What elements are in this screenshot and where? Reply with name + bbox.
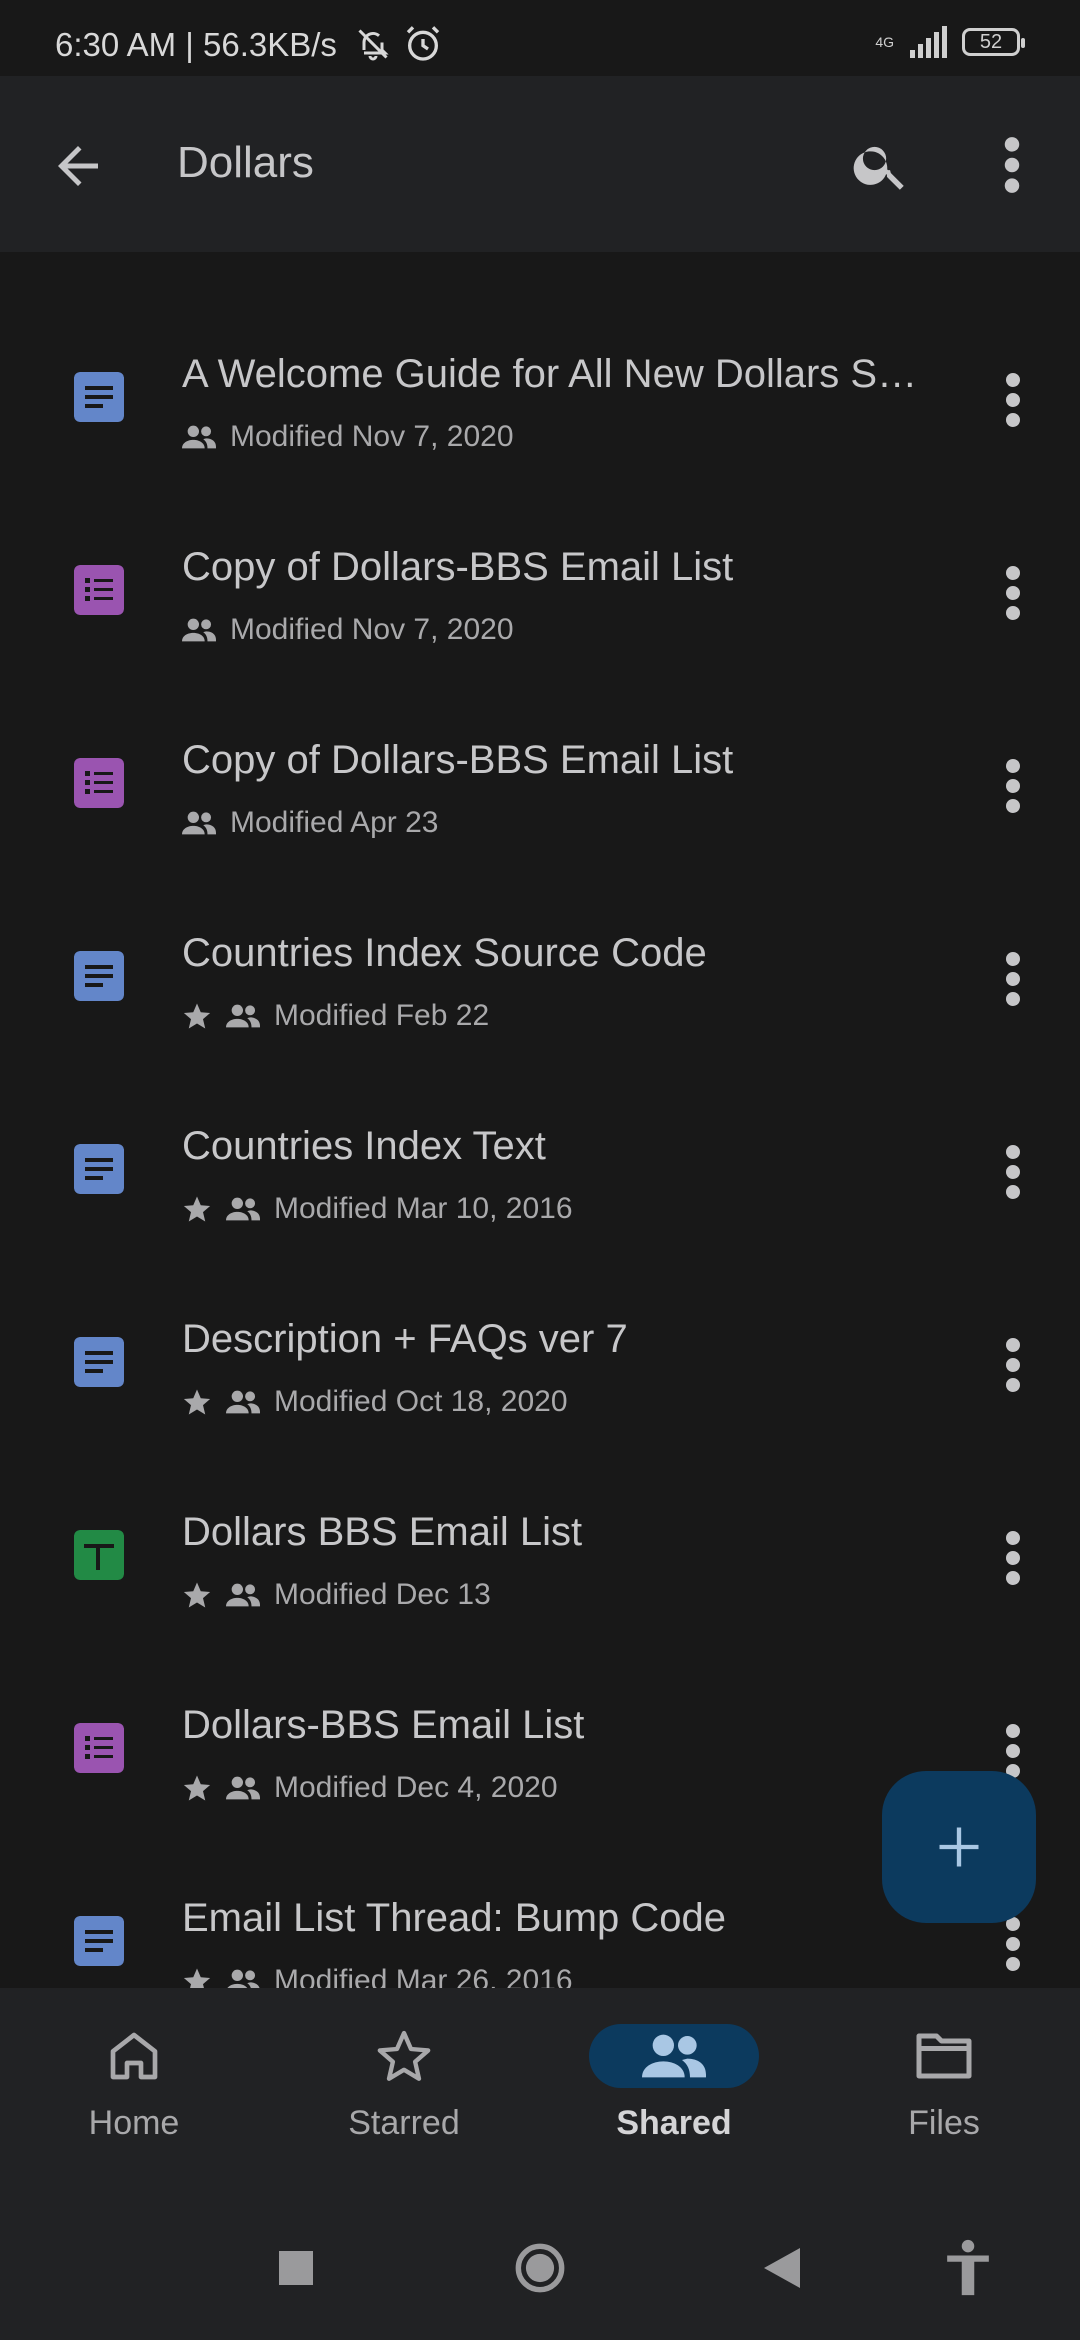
file-name: Copy of Dollars-BBS Email List [182, 738, 734, 782]
file-modified: Modified Apr 23 [230, 806, 439, 839]
file-row[interactable]: A Welcome Guide for All New Dollars So..… [0, 332, 1080, 525]
shared-people-icon [182, 811, 216, 835]
google-doc-icon [74, 372, 124, 422]
alarm-icon [406, 26, 440, 61]
new-file-fab[interactable] [882, 1771, 1036, 1923]
more-vert-icon[interactable] [998, 949, 1028, 1009]
shared-people-icon [226, 1390, 260, 1414]
accessibility-button[interactable] [938, 2238, 998, 2298]
file-modified: Modified Dec 4, 2020 [274, 1771, 558, 1804]
back-arrow-icon[interactable] [48, 136, 108, 196]
star-icon [183, 1775, 211, 1801]
file-row[interactable]: Dollars BBS Email List Modified Dec 13 [0, 1490, 1080, 1683]
star-icon [183, 1196, 211, 1222]
google-doc-icon [74, 1144, 124, 1194]
nav-home[interactable]: Home [44, 2024, 224, 2174]
star-icon [183, 1582, 211, 1608]
accessibility-icon [947, 2239, 989, 2296]
bell-off-icon [358, 29, 389, 61]
folder-icon [916, 2033, 972, 2079]
bottom-navigation: Home Starred Shared Files [0, 1988, 1080, 2198]
shared-people-icon [226, 1583, 260, 1607]
star-icon [183, 1003, 211, 1029]
shared-people-icon [226, 1776, 260, 1800]
status-bar: 6:30 AM | 56.3KB/s 4G 52 [0, 0, 1080, 76]
file-name: Dollars BBS Email List [182, 1510, 583, 1554]
file-modified: Modified Nov 7, 2020 [230, 613, 514, 646]
nav-home-label: Home [88, 2104, 180, 2142]
more-vert-icon[interactable] [998, 370, 1028, 430]
more-vert-icon[interactable] [998, 756, 1028, 816]
back-button[interactable] [752, 2238, 812, 2298]
shared-people-icon [226, 1004, 260, 1028]
plus-icon [939, 1827, 979, 1867]
google-doc-icon [74, 1337, 124, 1387]
more-vert-icon[interactable] [998, 1528, 1028, 1588]
file-modified: Modified Mar 10, 2016 [274, 1192, 573, 1225]
nav-starred[interactable]: Starred [314, 2024, 494, 2174]
file-name: Dollars-BBS Email List [182, 1703, 585, 1747]
circle-icon [515, 2243, 565, 2293]
file-name: Countries Index Source Code [182, 931, 707, 975]
network-label: 4G [875, 34, 894, 50]
system-navigation-bar [0, 2198, 1080, 2340]
google-sheet-icon [74, 1530, 124, 1580]
triangle-back-icon [764, 2248, 800, 2288]
nav-files[interactable]: Files [854, 2024, 1034, 2174]
nav-files-label: Files [908, 2104, 980, 2142]
page-title: Dollars [177, 138, 314, 187]
square-icon [279, 2251, 313, 2285]
file-list: A Welcome Guide for All New Dollars So..… [0, 292, 1080, 1988]
battery-level: 52 [979, 30, 1003, 53]
nav-starred-label: Starred [348, 2104, 460, 2142]
shared-people-icon [227, 1969, 260, 1988]
file-name: Email List Thread: Bump Code [182, 1896, 726, 1940]
more-vert-icon[interactable] [998, 1142, 1028, 1202]
search-icon[interactable] [850, 134, 912, 196]
star-outline-icon [377, 2030, 431, 2081]
google-doc-icon [74, 951, 124, 1001]
file-name: Countries Index Text [182, 1124, 546, 1168]
nav-shared[interactable]: Shared [584, 2024, 764, 2174]
more-vert-icon[interactable] [998, 1914, 1028, 1974]
home-button[interactable] [510, 2238, 570, 2298]
shared-people-icon [226, 1197, 260, 1221]
file-modified: Modified Nov 7, 2020 [230, 420, 514, 453]
file-name: A Welcome Guide for All New Dollars So..… [182, 352, 932, 396]
nav-shared-label: Shared [616, 2104, 732, 2142]
more-vert-icon[interactable] [998, 563, 1028, 623]
google-form-icon [74, 758, 124, 808]
google-form-icon [74, 565, 124, 615]
app-bar: Dollars [0, 76, 1080, 252]
status-time: 6:30 AM | 56.3KB/s [55, 26, 337, 63]
shared-people-icon [182, 618, 216, 642]
home-icon [110, 2032, 158, 2080]
google-doc-icon [74, 1916, 124, 1966]
more-vert-icon[interactable] [998, 1335, 1028, 1395]
star-icon [183, 1389, 211, 1415]
signal-icon [910, 26, 947, 58]
file-name: Copy of Dollars-BBS Email List [182, 545, 734, 589]
star-icon [183, 1968, 211, 1988]
shared-people-icon [182, 425, 216, 449]
file-row[interactable]: Countries Index Text Modified Mar 10, 20… [0, 1104, 1080, 1297]
people-icon [642, 2034, 706, 2078]
file-row[interactable]: Copy of Dollars-BBS Email List Modified … [0, 525, 1080, 718]
file-row[interactable]: Copy of Dollars-BBS Email List Modified … [0, 718, 1080, 911]
battery-indicator: 52 [962, 28, 1025, 56]
recents-button[interactable] [266, 2238, 326, 2298]
file-name: Description + FAQs ver 7 [182, 1317, 628, 1361]
google-form-icon [74, 1723, 124, 1773]
file-modified: Modified Dec 13 [274, 1578, 491, 1611]
file-row[interactable]: Countries Index Source Code Modified Feb… [0, 911, 1080, 1104]
more-vert-icon[interactable] [992, 134, 1032, 196]
file-modified: Modified Oct 18, 2020 [274, 1385, 568, 1418]
file-modified: Modified Feb 22 [274, 999, 490, 1032]
file-modified: Modified Mar 26, 2016 [274, 1964, 573, 1988]
file-row[interactable]: Description + FAQs ver 7 Modified Oct 18… [0, 1297, 1080, 1490]
